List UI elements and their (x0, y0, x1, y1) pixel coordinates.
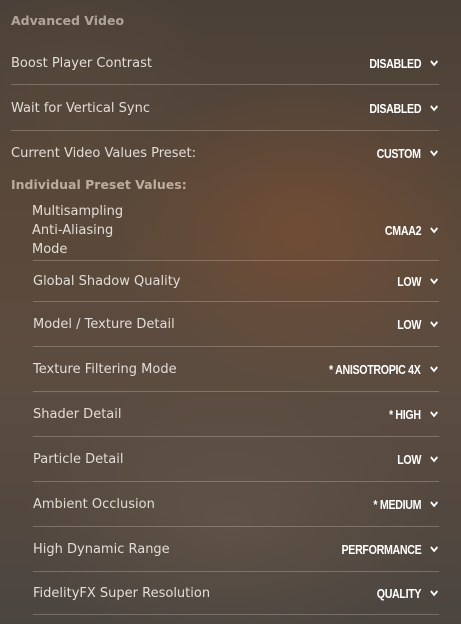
dropdown-value-text: CUSTOM (376, 145, 421, 161)
dropdown-value-text: LOW (397, 273, 421, 289)
dropdown-value-text: QUALITY (376, 585, 421, 601)
setting-high-dynamic-range[interactable]: High Dynamic Range PERFORMANCE (33, 527, 439, 572)
dropdown-value-text: * ANISOTROPIC 4X (329, 361, 421, 377)
setting-current-video-values-preset[interactable]: Current Video Values Preset: CUSTOM (11, 132, 439, 174)
chevron-down-icon[interactable] (429, 147, 439, 159)
setting-label: Multisampling Anti-Aliasing Mode (32, 203, 124, 257)
chevron-down-icon[interactable] (429, 224, 439, 236)
setting-label: FidelityFX Super Resolution (33, 585, 211, 601)
dropdown-value[interactable]: QUALITY (376, 586, 439, 601)
dropdown-value-text: PERFORMANCE (341, 541, 421, 557)
chevron-down-icon[interactable] (429, 543, 439, 555)
setting-shader-detail[interactable]: Shader Detail * HIGH (33, 392, 439, 437)
dropdown-value[interactable]: LOW (397, 317, 439, 332)
setting-label: Ambient Occlusion (33, 496, 155, 512)
chevron-down-icon[interactable] (429, 275, 439, 287)
setting-wait-for-vertical-sync[interactable]: Wait for Vertical Sync DISABLED (11, 86, 439, 131)
dropdown-value-text: CMAA2 (384, 222, 422, 238)
dropdown-value[interactable]: DISABLED (369, 101, 439, 116)
setting-ambient-occlusion[interactable]: Ambient Occlusion * MEDIUM (33, 482, 439, 527)
setting-label: Particle Detail (33, 451, 124, 467)
dropdown-value[interactable]: CMAA2 (385, 223, 439, 238)
setting-label: Current Video Values Preset: (11, 145, 197, 161)
dropdown-value-text: * HIGH (389, 406, 421, 422)
dropdown-value-text: DISABLED (369, 55, 421, 71)
setting-label: High Dynamic Range (33, 541, 170, 557)
dropdown-value-text: LOW (397, 316, 421, 332)
dropdown-value-text: DISABLED (369, 100, 421, 116)
chevron-down-icon[interactable] (429, 318, 439, 330)
chevron-down-icon[interactable] (429, 498, 439, 510)
dropdown-value-text: LOW (397, 451, 421, 467)
dropdown-value[interactable]: LOW (397, 452, 439, 467)
setting-fidelityfx-super-resolution[interactable]: FidelityFX Super Resolution QUALITY (33, 572, 439, 615)
setting-label: Boost Player Contrast (11, 55, 152, 71)
chevron-down-icon[interactable] (429, 102, 439, 114)
chevron-down-icon[interactable] (429, 453, 439, 465)
dropdown-value[interactable]: LOW (397, 274, 439, 289)
chevron-down-icon[interactable] (429, 587, 439, 599)
setting-label: Model / Texture Detail (33, 316, 175, 332)
setting-boost-player-contrast[interactable]: Boost Player Contrast DISABLED (11, 42, 439, 85)
setting-model-texture-detail[interactable]: Model / Texture Detail LOW (33, 302, 439, 347)
setting-global-shadow-quality[interactable]: Global Shadow Quality LOW (33, 261, 439, 302)
dropdown-value[interactable]: CUSTOM (377, 146, 439, 161)
setting-particle-detail[interactable]: Particle Detail LOW (33, 437, 439, 482)
setting-label: Global Shadow Quality (33, 273, 181, 289)
chevron-down-icon[interactable] (429, 363, 439, 375)
section-title: Advanced Video (11, 13, 125, 28)
dropdown-value[interactable]: * MEDIUM (373, 497, 439, 512)
setting-multisampling-anti-aliasing[interactable]: Multisampling Anti-Aliasing Mode CMAA2 (32, 200, 439, 261)
dropdown-value[interactable]: DISABLED (369, 56, 439, 71)
chevron-down-icon[interactable] (429, 408, 439, 420)
dropdown-value[interactable]: * ANISOTROPIC 4X (329, 362, 439, 377)
advanced-video-panel: Advanced Video Boost Player Contrast DIS… (0, 0, 461, 624)
setting-label: Wait for Vertical Sync (11, 100, 150, 116)
chevron-down-icon[interactable] (429, 57, 439, 69)
dropdown-value[interactable]: * HIGH (389, 407, 439, 422)
preset-values-heading: Individual Preset Values: (11, 177, 187, 192)
dropdown-value-text: * MEDIUM (373, 496, 421, 512)
setting-texture-filtering-mode[interactable]: Texture Filtering Mode * ANISOTROPIC 4X (33, 347, 439, 392)
dropdown-value[interactable]: PERFORMANCE (341, 542, 439, 557)
setting-label: Shader Detail (33, 406, 122, 422)
setting-label: Texture Filtering Mode (33, 361, 177, 377)
